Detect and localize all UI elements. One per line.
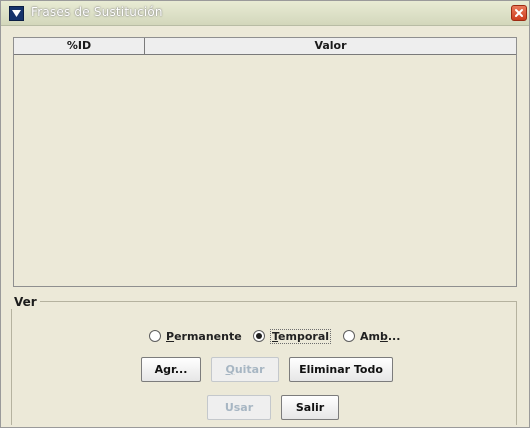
radio-temporal-label: Temporal	[270, 328, 332, 344]
column-header-id[interactable]: %ID	[14, 38, 145, 54]
view-group-label: Ver	[11, 295, 40, 309]
substitution-phrases-dialog: Frases de Sustitución %ID Valor Ver Perm…	[0, 0, 530, 428]
table-body[interactable]	[14, 55, 516, 286]
close-icon	[515, 9, 523, 17]
radio-permanente-circle[interactable]	[149, 330, 161, 342]
radio-permanente-label: Permanente	[166, 329, 242, 343]
column-header-valor[interactable]: Valor	[145, 38, 516, 54]
radio-ambos-label: Amb...	[360, 329, 401, 343]
radio-ambos[interactable]: Amb...	[343, 327, 400, 345]
exit-button[interactable]: Salir	[281, 395, 339, 420]
app-icon	[9, 6, 24, 21]
radio-permanente[interactable]: Permanente	[149, 327, 242, 345]
radio-temporal-circle[interactable]	[253, 330, 265, 342]
phrases-table[interactable]: %ID Valor	[13, 37, 517, 287]
remove-button[interactable]: Quitar	[211, 357, 279, 382]
window-title: Frases de Sustitución	[31, 5, 163, 19]
title-bar[interactable]: Frases de Sustitución	[1, 1, 529, 26]
close-button[interactable]	[511, 5, 527, 21]
use-button[interactable]: Usar	[207, 395, 271, 420]
remove-all-button[interactable]: Eliminar Todo	[289, 357, 393, 382]
add-button[interactable]: Agr...	[141, 357, 201, 382]
radio-temporal[interactable]: Temporal	[253, 327, 332, 345]
radio-ambos-circle[interactable]	[343, 330, 355, 342]
table-header: %ID Valor	[14, 38, 516, 55]
